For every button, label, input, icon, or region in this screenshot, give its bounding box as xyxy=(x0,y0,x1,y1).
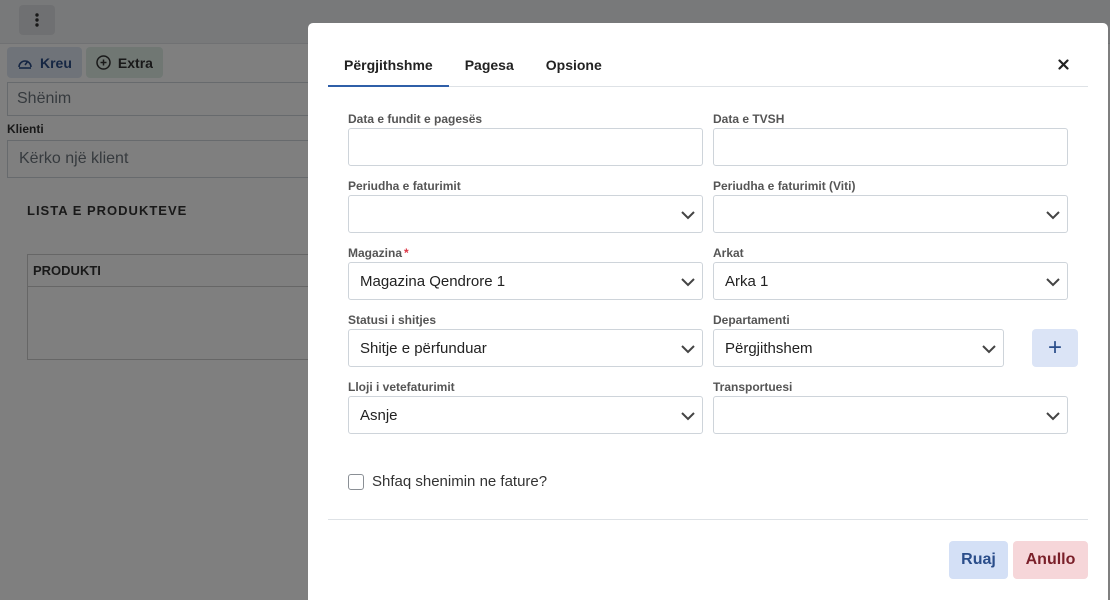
transporter-select[interactable] xyxy=(713,396,1068,434)
cancel-button[interactable]: Anullo xyxy=(1013,541,1088,579)
chevron-down-icon xyxy=(681,345,695,354)
tab-pergjithshme[interactable]: Përgjithshme xyxy=(328,47,449,87)
cash-register-label: Arkat xyxy=(713,246,744,260)
sale-status-select[interactable]: Shitje e përfunduar xyxy=(348,329,703,367)
last-payment-date-input[interactable] xyxy=(348,128,703,166)
billing-period-year-select[interactable] xyxy=(713,195,1068,233)
vat-date-input[interactable] xyxy=(713,128,1068,166)
chevron-down-icon xyxy=(982,345,996,354)
save-button[interactable]: Ruaj xyxy=(949,541,1008,579)
department-label: Departamenti xyxy=(713,313,790,327)
footer-divider xyxy=(328,519,1088,520)
sale-status-label: Statusi i shitjes xyxy=(348,313,437,327)
vat-date-label: Data e TVSH xyxy=(713,112,785,126)
warehouse-label: Magazina * xyxy=(348,246,409,260)
cash-register-value: Arka 1 xyxy=(725,272,769,290)
chevron-down-icon xyxy=(681,412,695,421)
warehouse-value: Magazina Qendrore 1 xyxy=(360,272,506,290)
chevron-down-icon xyxy=(1046,412,1060,421)
self-invoice-type-select[interactable]: Asnje xyxy=(348,396,703,434)
chevron-down-icon xyxy=(1046,211,1060,220)
warehouse-label-text: Magazina xyxy=(348,246,403,260)
billing-period-year-label: Periudha e faturimit (Viti) xyxy=(713,179,856,193)
close-button[interactable] xyxy=(1054,55,1072,73)
cash-register-select[interactable]: Arka 1 xyxy=(713,262,1068,300)
close-icon xyxy=(1057,58,1069,70)
show-note-checkbox[interactable] xyxy=(348,473,364,490)
self-invoice-type-value: Asnje xyxy=(360,406,398,424)
department-select[interactable]: Përgjithshem xyxy=(713,329,1004,367)
warehouse-select[interactable]: Magazina Qendrore 1 xyxy=(348,262,703,300)
chevron-down-icon xyxy=(1046,278,1060,287)
last-payment-date-label: Data e fundit e pagesës xyxy=(348,112,483,126)
add-department-button[interactable]: + xyxy=(1032,329,1078,367)
required-mark: * xyxy=(404,246,409,260)
tab-pagesa[interactable]: Pagesa xyxy=(449,47,530,87)
tab-opsione[interactable]: Opsione xyxy=(530,47,618,87)
sale-status-value: Shitje e përfunduar xyxy=(360,339,487,357)
billing-period-select[interactable] xyxy=(348,195,703,233)
modal-tabs: Përgjithshme Pagesa Opsione xyxy=(328,47,1088,87)
department-value: Përgjithshem xyxy=(725,339,813,357)
chevron-down-icon xyxy=(681,211,695,220)
billing-period-label: Periudha e faturimit xyxy=(348,179,461,193)
transporter-label: Transportuesi xyxy=(713,380,793,394)
chevron-down-icon xyxy=(681,278,695,287)
show-note-row: Shfaq shenimin ne fature? xyxy=(348,473,547,490)
options-modal: Përgjithshme Pagesa Opsione Data e fundi… xyxy=(308,23,1108,600)
show-note-label[interactable]: Shfaq shenimin ne fature? xyxy=(372,473,547,490)
self-invoice-type-label: Lloji i vetefaturimit xyxy=(348,380,455,394)
